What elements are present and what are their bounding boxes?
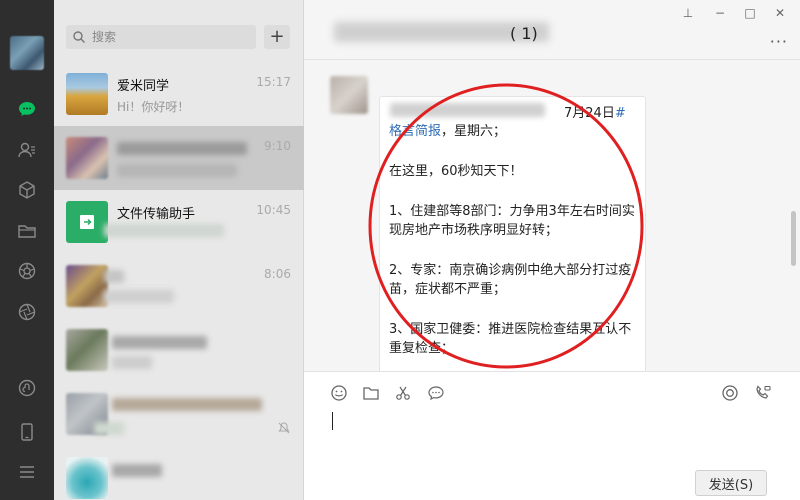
cube-icon[interactable]	[15, 178, 39, 202]
add-chat-button[interactable]: +	[264, 25, 290, 49]
chat-name-blurred	[112, 336, 207, 349]
chat-preview: Hi！你好呀！	[117, 100, 190, 114]
chat-name-blurred	[112, 398, 262, 411]
chat-time: 9:10	[264, 139, 291, 153]
chat-window: ( 1) ⊥ − □ ✕ ··· 7月24日# 格言简报，星期六； 在这里，60…	[304, 0, 800, 500]
conversation-list: + 爱米同学 Hi！你好呀！ 15:17 9:10 文件传输助手 10:45 8…	[54, 0, 304, 500]
mini-program-icon[interactable]	[15, 376, 39, 400]
chat-preview-blurred	[104, 290, 174, 303]
folder-icon[interactable]	[360, 382, 382, 404]
more-button[interactable]: ···	[770, 32, 788, 51]
chat-avatar	[66, 329, 108, 371]
annotation-circle	[368, 83, 644, 369]
chat-time: 8:06	[264, 267, 291, 281]
chat-avatar	[66, 73, 108, 115]
mute-icon	[277, 420, 291, 434]
nav-bar	[0, 0, 54, 500]
chat-item[interactable]	[54, 382, 304, 446]
minimize-button[interactable]: −	[708, 4, 732, 22]
chat-item[interactable]: 9:10	[54, 126, 304, 190]
chat-preview-blurred	[94, 422, 124, 435]
chat-name-blurred	[117, 142, 247, 155]
chat-preview-blurred	[112, 356, 152, 369]
chat-name: 文件传输助手	[117, 207, 196, 222]
chat-avatar	[66, 457, 108, 499]
chat-avatar	[66, 137, 108, 179]
chat-name: 爱米同学	[117, 79, 170, 94]
chat-item[interactable]	[54, 446, 304, 500]
user-avatar[interactable]	[10, 36, 44, 70]
search-input[interactable]	[92, 30, 242, 44]
chat-item[interactable]	[54, 318, 304, 382]
chat-icon[interactable]	[15, 97, 39, 121]
aperture-icon[interactable]	[15, 300, 39, 324]
chat-header: ( 1) ⊥ − □ ✕ ···	[304, 0, 800, 60]
chat-item[interactable]: 8:06	[54, 254, 304, 318]
scissors-icon[interactable]	[392, 382, 414, 404]
call-icon[interactable]	[752, 382, 774, 404]
chat-preview-blurred	[104, 224, 224, 237]
chat-time: 15:17	[256, 75, 291, 89]
file-transfer-icon	[80, 215, 94, 229]
emoji-icon[interactable]	[328, 382, 350, 404]
search-icon	[73, 31, 85, 43]
input-area[interactable]: 发送(S)	[304, 371, 800, 500]
live-icon[interactable]	[719, 382, 741, 404]
chat-title-suffix: ( 1)	[510, 24, 538, 43]
maximize-button[interactable]: □	[738, 4, 762, 22]
menu-icon[interactable]	[15, 460, 39, 484]
pin-button[interactable]: ⊥	[676, 4, 700, 22]
send-button[interactable]: 发送(S)	[695, 470, 767, 496]
text-cursor	[332, 412, 333, 430]
chat-bubble-icon[interactable]	[425, 382, 447, 404]
chat-preview-blurred	[117, 164, 237, 177]
chat-time: 10:45	[256, 203, 291, 217]
chat-avatar	[66, 265, 108, 307]
phone-icon[interactable]	[15, 420, 39, 444]
contacts-icon[interactable]	[15, 138, 39, 162]
scrollbar[interactable]	[791, 211, 796, 266]
search-box[interactable]	[66, 25, 256, 49]
sender-avatar[interactable]	[330, 76, 368, 114]
chat-name-blurred	[104, 270, 124, 283]
close-button[interactable]: ✕	[768, 4, 792, 22]
folder-icon[interactable]	[15, 219, 39, 243]
moments-icon[interactable]	[15, 259, 39, 283]
chat-item[interactable]: 爱米同学 Hi！你好呀！ 15:17	[54, 62, 304, 126]
chat-name-blurred	[112, 464, 162, 477]
chat-item[interactable]: 文件传输助手 10:45	[54, 190, 304, 254]
message-area: 7月24日# 格言简报，星期六； 在这里，60秒知天下！ 1、住建部等8部门：力…	[304, 61, 800, 371]
chat-avatar	[66, 201, 108, 243]
